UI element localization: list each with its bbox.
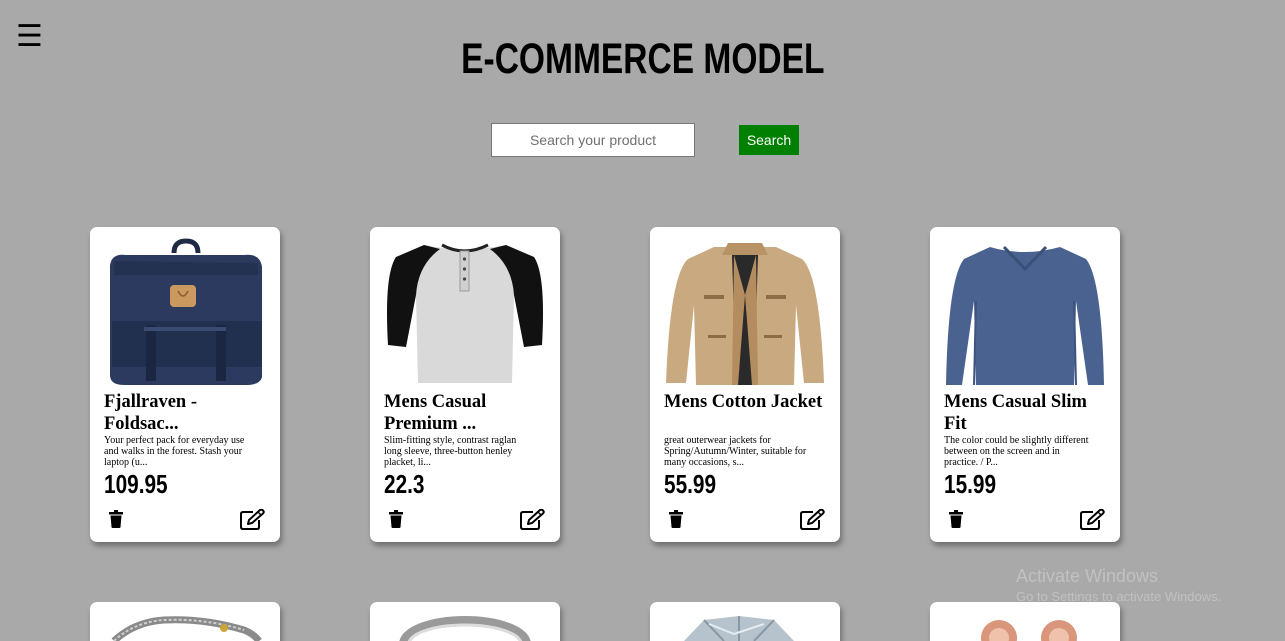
- product-price: 15.99: [944, 469, 997, 499]
- jacket-icon: [664, 235, 826, 387]
- product-card[interactable]: Fjallraven - Foldsac... Your perfect pac…: [90, 227, 280, 542]
- trash-icon[interactable]: [109, 510, 123, 528]
- hamburger-menu-icon[interactable]: ☰: [16, 22, 43, 52]
- trash-icon[interactable]: [389, 510, 403, 528]
- product-price: 22.3: [384, 469, 425, 499]
- product-title: Fjallraven - Foldsac...: [104, 392, 197, 434]
- product-card[interactable]: [650, 602, 840, 641]
- trash-icon[interactable]: [669, 510, 683, 528]
- product-card[interactable]: [90, 602, 280, 641]
- product-description: Your perfect pack for everyday use and w…: [104, 435, 245, 468]
- bracelet-icon: [111, 616, 262, 641]
- trash-icon[interactable]: [949, 510, 963, 528]
- product-description: The color could be slightly different be…: [944, 435, 1089, 468]
- product-price: 55.99: [664, 469, 717, 499]
- edit-icon[interactable]: [800, 509, 825, 530]
- ring-icon: [399, 616, 531, 641]
- watermark-subtitle: Go to Settings to activate Windows.: [1016, 589, 1222, 604]
- windows-activation-watermark: Activate Windows Go to Settings to activ…: [1016, 565, 1221, 607]
- product-title: Mens Casual Premium ...: [384, 392, 487, 434]
- product-card[interactable]: Mens Casual Premium ... Slim-fitting sty…: [370, 227, 560, 542]
- product-price: 109.95: [104, 469, 168, 499]
- edit-icon[interactable]: [520, 509, 545, 530]
- diamond-ring-icon: [684, 616, 794, 641]
- long-sleeve-shirt-icon: [944, 235, 1106, 387]
- backpack-icon: [104, 235, 266, 387]
- earrings-icon: [981, 620, 1077, 641]
- product-description: great outerwear jackets for Spring/Autum…: [664, 435, 807, 468]
- product-card[interactable]: Mens Cotton Jacket great outerwear jacke…: [650, 227, 840, 542]
- page-title: E-COMMERCE MODEL: [461, 35, 825, 83]
- product-title: Mens Casual Slim Fit: [944, 392, 1087, 434]
- watermark-title: Activate Windows: [1016, 566, 1159, 586]
- edit-icon[interactable]: [240, 509, 265, 530]
- search-button[interactable]: Search: [739, 125, 799, 155]
- product-card[interactable]: [370, 602, 560, 641]
- product-card[interactable]: Mens Casual Slim Fit The color could be …: [930, 227, 1120, 542]
- product-description: Slim-fitting style, contrast raglan long…: [384, 435, 517, 468]
- search-input[interactable]: [491, 123, 695, 157]
- product-card[interactable]: [930, 602, 1120, 641]
- edit-icon[interactable]: [1080, 509, 1105, 530]
- product-title: Mens Cotton Jacket: [664, 392, 823, 412]
- raglan-shirt-icon: [384, 235, 546, 387]
